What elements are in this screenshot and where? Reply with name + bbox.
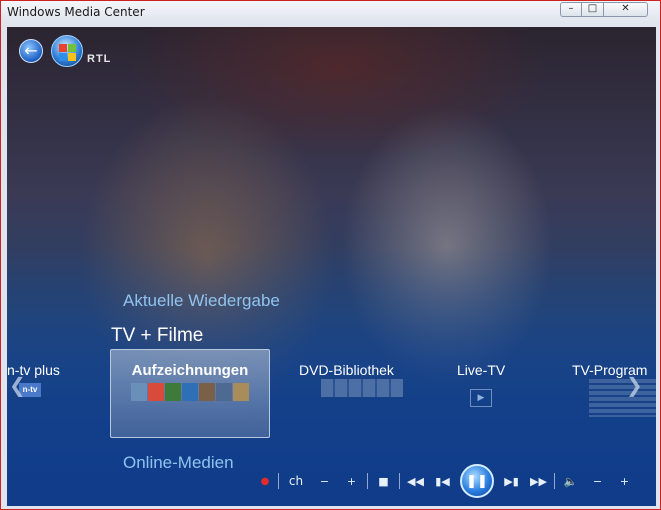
back-arrow-icon[interactable]: ← <box>19 39 43 63</box>
maximize-button[interactable]: □ <box>581 2 604 17</box>
thumbnail <box>165 383 181 401</box>
title-bar[interactable]: Windows Media Center – □ ✕ <box>1 1 660 23</box>
volume-up-button[interactable]: + <box>611 475 638 488</box>
strip-item-recordings[interactable]: Aufzeichnungen <box>110 349 270 438</box>
channel-label: ch <box>288 474 304 488</box>
orb-quadrant <box>59 53 67 61</box>
stop-button[interactable]: ■ <box>370 475 397 488</box>
orb-quadrant <box>68 53 76 61</box>
channel-up-button[interactable]: + <box>338 475 365 488</box>
rewind-button[interactable]: ◀◀ <box>402 475 429 488</box>
channel-logo: RTL <box>87 53 112 65</box>
mute-button[interactable]: 🔈 <box>557 475 584 488</box>
divider <box>399 473 400 489</box>
media-center-content: ← RTL Aktuelle Wiedergabe TV + Filme n-t… <box>7 27 656 506</box>
menu-item-online-media[interactable]: Online-Medien <box>123 453 234 473</box>
thumbnail <box>182 383 198 401</box>
scroll-right-icon[interactable]: ❯ <box>626 373 643 397</box>
divider <box>367 473 368 489</box>
previous-button[interactable]: ▮◀ <box>429 475 456 488</box>
play-icon: ▶ <box>470 389 492 407</box>
strip-item-live-tv[interactable]: Live-TV <box>457 362 505 378</box>
record-button[interactable]: ● <box>254 476 276 487</box>
media-center-window: Windows Media Center – □ ✕ ← RTL Aktuell… <box>0 0 661 510</box>
transport-controls: ● ch − + ■ ◀◀ ▮◀ ❚❚ ▶▮ ▶▶ 🔈 − + <box>254 464 638 498</box>
tv-program-preview <box>589 379 656 417</box>
thumbnail <box>216 383 232 401</box>
volume-down-button[interactable]: − <box>584 475 611 488</box>
thumbnail <box>148 383 164 401</box>
divider <box>278 473 279 489</box>
menu-item-now-playing[interactable]: Aktuelle Wiedergabe <box>123 291 280 311</box>
next-button[interactable]: ▶▮ <box>498 475 525 488</box>
scroll-left-icon[interactable]: ❮ <box>9 373 26 397</box>
minimize-button[interactable]: – <box>560 2 582 17</box>
play-pause-button[interactable]: ❚❚ <box>460 464 494 498</box>
divider <box>554 473 555 489</box>
recordings-thumbnails <box>131 383 249 401</box>
orb-quadrant <box>68 44 76 52</box>
window-title: Windows Media Center <box>7 5 145 19</box>
menu-category-current[interactable]: TV + Filme <box>111 325 203 347</box>
thumbnail <box>199 383 215 401</box>
thumbnail <box>131 383 147 401</box>
fast-forward-button[interactable]: ▶▶ <box>525 475 552 488</box>
strip-item-label: Aufzeichnungen <box>131 362 249 379</box>
channel-down-button[interactable]: − <box>311 475 338 488</box>
windows-orb-icon[interactable] <box>51 35 83 67</box>
orb-quadrant <box>59 44 67 52</box>
strip-item-dvd-library[interactable]: DVD-Bibliothek <box>299 362 394 378</box>
close-button[interactable]: ✕ <box>603 2 648 17</box>
dvd-library-preview <box>321 379 403 397</box>
thumbnail <box>233 383 249 401</box>
